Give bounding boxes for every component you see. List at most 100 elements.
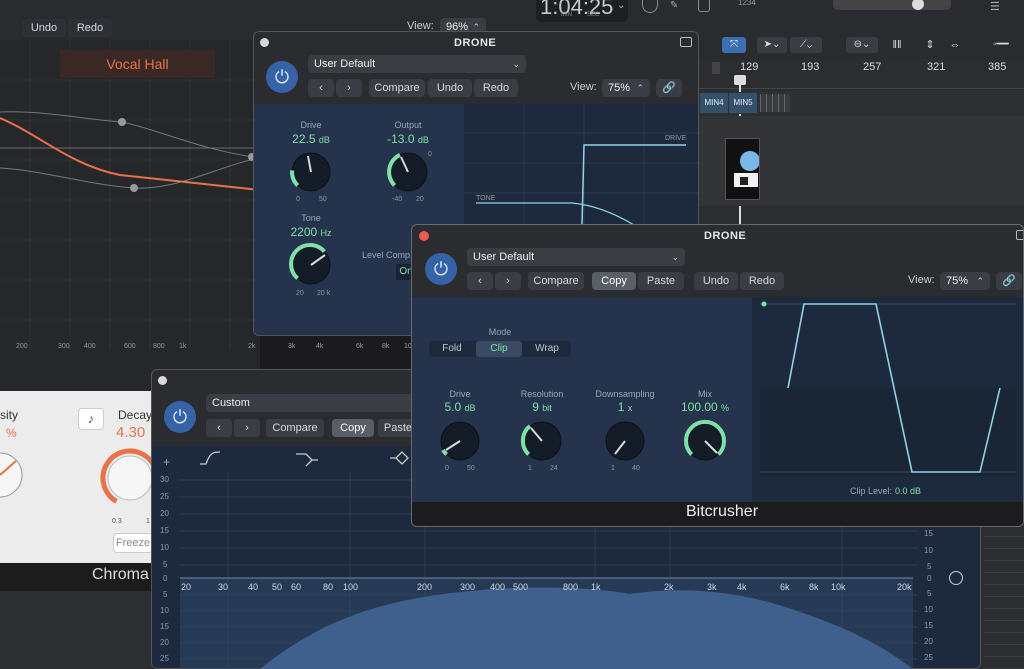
bitcrusher-undo-button[interactable]: Undo [694,272,738,290]
bitcrusher-drive-number: 5.0 [444,400,462,414]
bitcrusher-redo-button[interactable]: Redo [740,272,784,290]
bitcrusher-mix-unit: % [721,403,730,413]
lcd-sec-label: SEC [587,12,600,18]
music-note-icon[interactable]: ♪ [78,408,104,430]
freq-label: 400 [490,582,506,592]
playhead-handle[interactable] [734,75,746,85]
drone1-undo-button[interactable]: Undo [428,79,472,97]
bitcrusher-copy-button[interactable]: Copy [592,272,636,290]
bitcrusher-res-knob[interactable] [518,417,566,465]
bitcrusher-expand-icon[interactable] [1016,230,1023,240]
freq-label: 200 [16,343,28,350]
bitcrusher-preset-value: User Default [473,251,535,263]
drone1-redo-button[interactable]: Redo [474,79,518,97]
eq-compare-button[interactable]: Compare [266,419,324,437]
freq-label: 8k [809,582,819,592]
bg-undo-button[interactable]: Undo [22,19,66,37]
eq-power-button[interactable]: ⏻ [164,401,196,433]
drone1-drive-value: 22.5 dB [276,132,346,146]
freq-label: 20k [897,582,912,592]
lcd-dropdown-icon[interactable]: ⌄ [617,0,625,11]
pointer-tool-icon[interactable]: ➤⌄ [757,37,787,53]
drone1-view-select[interactable]: 75% ⌃ [602,79,650,97]
drone1-output-max: 20 [416,196,424,203]
freq-label: 200 [417,582,433,592]
vocal-hall-freq-axis-right: 3k 4k 6k 8k 10k [260,343,420,355]
waveform-zoom-icon[interactable]: ‖‖ [886,37,908,53]
list-icon[interactable]: ☰ [990,0,1000,13]
drone1-tone-min: 20 [296,290,304,297]
chroma-decay-knob[interactable] [98,446,154,512]
drone1-drive-label: Drive [300,120,322,130]
bitcrusher-clip-level-value[interactable]: 0.0 dB [895,486,921,496]
pencil-tool-icon[interactable]: ⟋⌄ [790,37,822,53]
freq-label: 10k [831,582,846,592]
pencil-icon[interactable]: ✎ [670,0,684,12]
zoom-slider[interactable]: ◦━━ [993,37,1024,53]
mode-fold-button[interactable]: Fold [429,341,475,357]
bitcrusher-clip-level-label: Clip Level: [850,486,893,496]
eq-filter-icons [200,451,409,467]
chevron-icon: ⌃ [636,83,644,93]
db-label: 10 [160,543,169,552]
region-min5[interactable]: MIN5 [729,93,757,113]
bitcrusher-view-select[interactable]: 75% ⌃ [940,272,990,290]
eq-prev-button[interactable]: ‹ [206,419,232,437]
eq-window-dot[interactable] [158,376,167,385]
bitcrusher-paste-button[interactable]: Paste [638,272,684,290]
metronome-icon[interactable] [698,0,710,12]
mode-clip-button[interactable]: Clip [476,341,522,357]
master-volume-slider[interactable] [833,0,951,10]
catch-playhead-button[interactable]: ⤧ [722,37,746,53]
bitcrusher-drive-knob[interactable] [436,417,484,465]
vertical-zoom-icon[interactable]: ⇕ [920,37,940,53]
region-min4[interactable]: MIN4 [700,93,728,113]
bitcrusher-mix-knob[interactable] [681,417,729,465]
bitcrusher-next-button[interactable]: › [495,272,521,290]
drone1-link-button[interactable]: 🔗 [656,79,682,97]
bitcrusher-down-knob[interactable] [601,417,649,465]
bitcrusher-view-label: View: [908,274,935,286]
automation-icon[interactable]: ⊖⌄ [846,37,878,53]
drone1-tone-knob[interactable] [287,241,335,289]
drone1-next-button[interactable]: › [336,79,362,97]
drone1-graph [464,103,698,225]
eq-add-band-button[interactable]: + [163,455,170,469]
bitcrusher-view-value: 75% [946,275,969,287]
eq-next-button[interactable]: › [234,419,260,437]
drone1-expand-icon[interactable] [680,37,692,47]
drone1-tone-max: 20 k [317,290,331,297]
bitcrusher-link-button[interactable]: 🔗 [996,272,1022,290]
horizontal-zoom-icon[interactable]: ⇔ [945,37,965,53]
eq-db-axis-left: 30 25 20 15 10 5 0 5 10 15 20 25 [154,472,174,669]
bitcrusher-prev-button[interactable]: ‹ [467,272,493,290]
chroma-freeze-button[interactable]: Freeze [113,533,153,553]
bitcrusher-compare-button[interactable]: Compare [528,272,584,290]
drone1-preset-select[interactable]: User Default ⌄ [308,55,526,73]
drone1-output-label: Output [394,120,422,130]
bitcrusher-power-button[interactable]: ⏻ [425,253,457,285]
drone1-drive-knob[interactable] [287,148,335,196]
mode-wrap-button[interactable]: Wrap [524,341,570,357]
eq-copy-button[interactable]: Copy [332,419,374,437]
chroma-density-knob[interactable] [0,445,28,505]
drone1-view-label: View: [570,81,597,93]
bitcrusher-down-number: 1 [617,400,625,414]
eq-preset-select[interactable]: Custom [206,394,416,412]
eq-output-gain-knob[interactable] [949,571,963,585]
bitcrusher-down-label: Downsampling [595,389,655,399]
drone1-power-button[interactable]: ⏻ [266,61,298,93]
drone1-compare-button[interactable]: Compare [369,79,425,97]
arrange-grid [984,520,1024,669]
drone1-tone-unit: Hz [320,228,332,238]
bitcrusher-preset-select[interactable]: User Default ⌄ [467,248,685,266]
drone1-prev-button[interactable]: ‹ [308,79,334,97]
ruler-label: 257 [863,61,882,73]
bitcrusher-close-button[interactable] [419,231,429,241]
freq-label: 3k [288,343,296,350]
cycle-bar[interactable] [712,62,720,74]
drone1-window-dot[interactable] [260,38,269,47]
bg-redo-button[interactable]: Redo [68,19,112,37]
freq-label: 6k [780,582,790,592]
drone1-output-knob[interactable] [384,148,432,196]
